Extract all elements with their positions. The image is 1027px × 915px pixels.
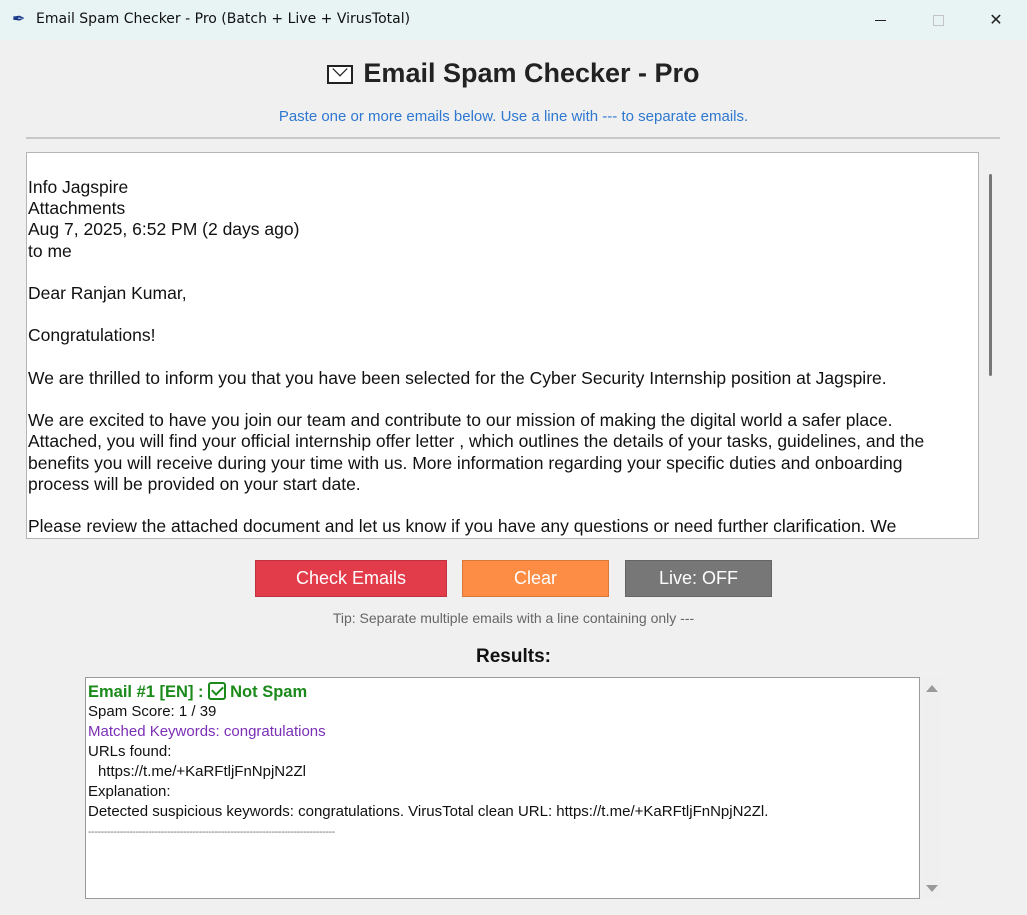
url-item: https://t.me/+KaRFtljFnNpjN2Zl — [98, 763, 306, 780]
checkmark-icon — [208, 682, 227, 700]
tip-text: Tip: Separate multiple emails with a lin… — [332, 610, 695, 626]
results-content: Email #1 [EN] : Not Spam Spam Score: 1 /… — [88, 682, 908, 842]
results-label: Results: — [476, 646, 551, 667]
result-separator: ----------------------------------------… — [88, 826, 335, 838]
page-header: Email Spam Checker - Pro — [0, 58, 1027, 89]
clear-button[interactable]: Clear — [462, 560, 609, 597]
email-input-scrollbar[interactable] — [982, 152, 1000, 539]
result-heading: Email #1 [EN] : Not Spam — [88, 682, 908, 702]
email-input-textarea[interactable]: Info Jagspire Attachments Aug 7, 2025, 6… — [26, 152, 979, 539]
result-heading-prefix: Email #1 [EN] : — [88, 683, 204, 701]
result-status: Not Spam — [230, 683, 308, 701]
maximize-button[interactable] — [909, 0, 967, 40]
results-scrollbar[interactable] — [922, 677, 942, 899]
page-subtitle: Paste one or more emails below. Use a li… — [278, 108, 749, 125]
scroll-up-arrow-icon[interactable] — [926, 685, 938, 692]
app-window: ✒ Email Spam Checker - Pro (Batch + Live… — [0, 0, 1027, 915]
check-emails-button[interactable]: Check Emails — [255, 560, 447, 597]
email-scroll-thumb[interactable] — [989, 174, 992, 376]
envelope-icon — [327, 65, 354, 84]
feather-icon: ✒ — [12, 11, 26, 28]
maximize-icon — [932, 14, 944, 26]
live-toggle-button[interactable]: Live: OFF — [625, 560, 772, 597]
scroll-down-arrow-icon[interactable] — [926, 885, 938, 892]
window-title: Email Spam Checker - Pro (Batch + Live +… — [36, 11, 411, 27]
header-divider — [26, 137, 1000, 139]
title-bar: ✒ Email Spam Checker - Pro (Batch + Live… — [0, 0, 1027, 40]
explanation-label: Explanation: — [88, 783, 171, 800]
results-textbox[interactable]: Email #1 [EN] : Not Spam Spam Score: 1 /… — [85, 677, 920, 899]
minimize-button[interactable] — [851, 0, 909, 40]
email-input-text: Info Jagspire Attachments Aug 7, 2025, 6… — [28, 177, 925, 537]
explanation-text: Detected suspicious keywords: congratula… — [88, 803, 769, 820]
page-title: Email Spam Checker - Pro — [363, 58, 700, 88]
minimize-icon — [874, 19, 886, 21]
close-button[interactable]: ✕ — [967, 0, 1025, 40]
urls-label: URLs found: — [88, 743, 172, 760]
spam-score: Spam Score: 1 / 39 — [88, 703, 217, 720]
matched-keywords: Matched Keywords: congratulations — [88, 723, 326, 740]
close-icon: ✕ — [989, 12, 1003, 29]
